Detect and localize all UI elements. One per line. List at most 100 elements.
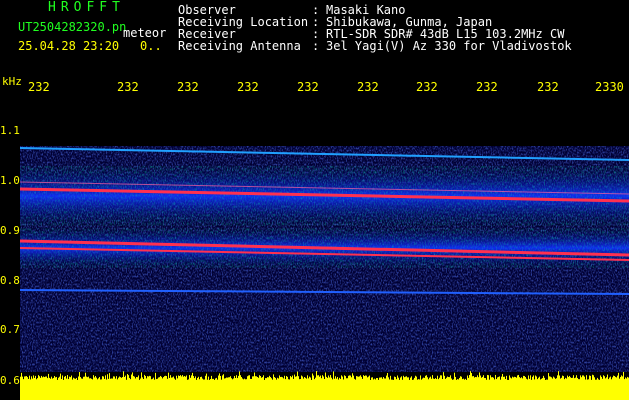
level-bar — [498, 376, 499, 382]
level-bar — [418, 379, 419, 382]
level-bar — [182, 375, 183, 382]
level-bar — [362, 378, 363, 382]
level-bar — [566, 378, 567, 382]
level-bar — [82, 378, 83, 382]
datetime-label: 25.04.28 23:20 — [18, 39, 120, 53]
level-bar — [367, 377, 368, 382]
level-bar — [148, 376, 149, 382]
level-bar — [241, 377, 242, 382]
level-bar — [315, 377, 316, 382]
level-bar — [325, 372, 326, 382]
level-bar — [361, 376, 362, 382]
time-tick-label: 232 — [537, 80, 559, 94]
level-bar — [478, 377, 479, 382]
level-bar — [407, 377, 408, 382]
level-bar — [588, 379, 589, 382]
frequency-unit-label: kHz — [2, 75, 22, 88]
level-bar — [582, 375, 583, 382]
level-bar — [259, 375, 260, 382]
level-bar — [27, 377, 28, 382]
level-bar — [217, 379, 218, 382]
level-bar — [307, 375, 308, 382]
level-bar — [470, 371, 471, 382]
level-bar — [70, 377, 71, 382]
time-tick-label: 232 — [177, 80, 199, 94]
level-bar — [595, 379, 596, 382]
level-bar — [184, 376, 185, 382]
level-bar — [254, 372, 255, 382]
level-bar — [245, 379, 246, 382]
level-bar — [63, 379, 64, 382]
level-bar — [51, 376, 52, 382]
level-bar — [357, 376, 358, 382]
level-bar — [105, 375, 106, 382]
frequency-tick-label: 0.8 — [0, 274, 20, 287]
level-bar — [599, 379, 600, 382]
level-bar — [554, 377, 555, 382]
level-bar — [231, 378, 232, 382]
level-bar — [110, 378, 111, 382]
level-bar — [525, 377, 526, 382]
level-bar — [624, 379, 625, 382]
level-bar — [461, 376, 462, 382]
level-bar — [492, 377, 493, 382]
level-bar — [410, 377, 411, 382]
level-bar — [477, 375, 478, 382]
level-bar — [92, 379, 93, 382]
level-bar — [322, 375, 323, 382]
level-bar — [436, 379, 437, 382]
level-bar — [157, 378, 158, 382]
level-bar — [415, 375, 416, 382]
level-bar — [487, 374, 488, 382]
level-bar — [250, 378, 251, 382]
level-bar — [233, 378, 234, 382]
level-bar — [77, 379, 78, 382]
level-bar — [509, 375, 510, 382]
level-bar — [549, 376, 550, 382]
level-bar — [100, 379, 101, 382]
level-bar — [444, 375, 445, 382]
level-bar — [337, 376, 338, 382]
level-bar — [215, 378, 216, 382]
level-bar — [598, 379, 599, 382]
level-bar — [106, 379, 107, 382]
level-bar — [72, 379, 73, 382]
level-bar — [306, 378, 307, 382]
level-bar — [570, 377, 571, 382]
level-bar — [338, 379, 339, 382]
level-bar — [191, 375, 192, 382]
level-bar — [210, 379, 211, 382]
level-bar — [600, 375, 601, 382]
level-bar — [376, 378, 377, 382]
level-bar — [167, 378, 168, 382]
level-bar — [562, 375, 563, 382]
level-bar — [45, 376, 46, 382]
level-bar — [280, 376, 281, 382]
level-bar — [378, 379, 379, 382]
level-bar — [434, 378, 435, 382]
level-bar — [411, 376, 412, 382]
level-bar — [64, 376, 65, 382]
level-bar — [505, 378, 506, 382]
level-bar — [403, 375, 404, 382]
level-bar — [198, 376, 199, 382]
level-bar — [623, 371, 624, 382]
time-tick-label: 232 — [476, 80, 498, 94]
level-bar — [546, 379, 547, 382]
time-tick-label: 232 — [416, 80, 438, 94]
level-bar — [429, 377, 430, 382]
level-bar — [493, 377, 494, 382]
level-bar — [568, 376, 569, 382]
level-bar — [206, 373, 207, 382]
level-bar — [419, 379, 420, 382]
level-bar — [440, 375, 441, 382]
level-bar — [123, 371, 124, 382]
level-bar — [53, 377, 54, 382]
level-bar — [91, 378, 92, 382]
level-bar — [83, 376, 84, 382]
level-bar — [154, 379, 155, 382]
level-bar — [438, 379, 439, 382]
level-bar — [294, 374, 295, 382]
level-bar — [323, 376, 324, 382]
level-bar — [516, 377, 517, 382]
